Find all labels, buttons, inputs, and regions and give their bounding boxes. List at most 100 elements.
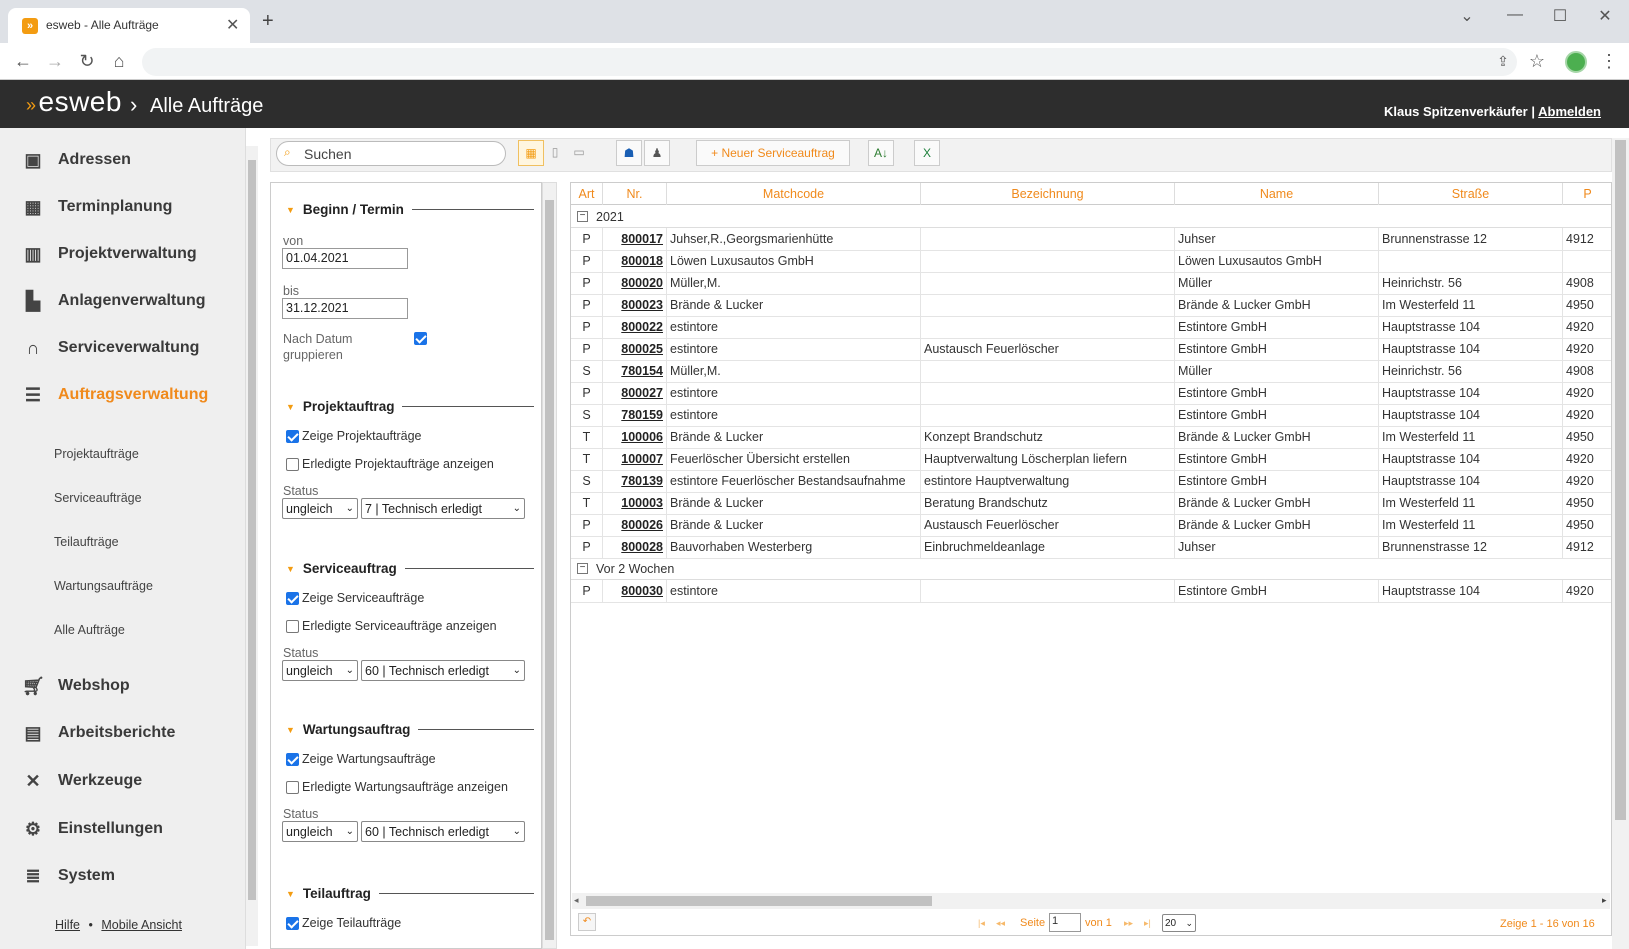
- sidebar-item-auftragsverwaltung[interactable]: ☰ Auftragsverwaltung: [22, 381, 208, 409]
- sidebar-scrollbar-thumb[interactable]: [248, 160, 256, 900]
- section-projektauftrag[interactable]: ▼ Projektauftrag: [286, 399, 534, 414]
- section-teilauftrag[interactable]: ▼ Teilauftrag: [286, 886, 534, 901]
- wartung-operator-select[interactable]: ungleich ⌄: [282, 821, 358, 842]
- forward-icon[interactable]: →: [44, 51, 66, 71]
- next-page-icon[interactable]: ▸▸: [1124, 918, 1133, 929]
- done-service-row[interactable]: Erledigte Serviceaufträge anzeigen: [286, 619, 497, 633]
- done-wartung-checkbox[interactable]: [286, 780, 299, 794]
- page-number-input[interactable]: 1: [1049, 913, 1081, 932]
- table-row[interactable]: T 100003 Brände & Lucker Beratung Brandschu…: [571, 492, 1611, 515]
- order-number-link[interactable]: 800025: [603, 338, 667, 360]
- column-header[interactable]: Nr.: [603, 183, 667, 205]
- column-header[interactable]: Straße: [1379, 183, 1563, 205]
- column-header[interactable]: Name: [1175, 183, 1379, 205]
- group-row[interactable]: −2021: [571, 206, 1611, 228]
- table-row[interactable]: P 800026 Brände & Lucker Austausch Feuerlös…: [571, 514, 1611, 537]
- show-service-row[interactable]: Zeige Serviceaufträge: [286, 591, 424, 605]
- done-wartung-row[interactable]: Erledigte Wartungsaufträge anzeigen: [286, 780, 508, 794]
- prev-page-icon[interactable]: ◂◂: [996, 918, 1005, 929]
- order-number-link[interactable]: 780139: [603, 470, 667, 492]
- group-row[interactable]: − Vor 2 Wochen: [571, 558, 1611, 580]
- service-status-select[interactable]: 60 | Technisch erledigt ⌄: [361, 660, 525, 681]
- home-icon[interactable]: ⌂: [108, 51, 130, 71]
- table-row[interactable]: S 780139 estintore Feuerlöscher Bestandsau…: [571, 470, 1611, 493]
- sidebar-item-terminplanung[interactable]: ▦ Terminplanung: [22, 193, 172, 221]
- sidebar-subitem-alle-auftraege[interactable]: Alle Aufträge: [54, 623, 125, 637]
- column-header[interactable]: P: [1563, 183, 1611, 205]
- sidebar-subitem-wartungsauftraege[interactable]: Wartungsaufträge: [54, 579, 153, 593]
- done-projekt-row[interactable]: Erledigte Projektaufträge anzeigen: [286, 457, 494, 471]
- service-operator-select[interactable]: ungleich ⌄: [282, 660, 358, 681]
- order-number-link[interactable]: 800022: [603, 316, 667, 338]
- table-row[interactable]: T 100007 Feuerlöscher Übersicht erstellen H…: [571, 448, 1611, 471]
- table-row[interactable]: S 780154 Müller,M. Müller Heinrichstr. 56 490…: [571, 360, 1611, 383]
- order-number-link[interactable]: 800020: [603, 272, 667, 294]
- show-teil-row[interactable]: Zeige Teilaufträge: [286, 916, 401, 930]
- show-wartung-checkbox[interactable]: [286, 752, 299, 766]
- esweb-logo[interactable]: »esweb: [26, 86, 122, 118]
- show-teil-checkbox[interactable]: [286, 916, 299, 930]
- section-serviceauftrag[interactable]: ▼ Serviceauftrag: [286, 561, 534, 576]
- section-wartungsauftrag[interactable]: ▼ Wartungsauftrag: [286, 722, 534, 737]
- column-header[interactable]: Matchcode: [667, 183, 921, 205]
- browser-tab[interactable]: » esweb - Alle Aufträge ✕: [8, 8, 250, 43]
- tab-search-icon[interactable]: ⌄: [1452, 6, 1482, 26]
- table-row[interactable]: P 800017 Juhser,R.,Georgsmarienhütte Juhser…: [571, 228, 1611, 251]
- help-link[interactable]: Hilfe: [55, 918, 80, 932]
- bis-date-input[interactable]: 31.12.2021: [282, 298, 408, 319]
- table-row[interactable]: P 800022 estintore Estintore GmbH Hauptstras…: [571, 316, 1611, 339]
- group-by-date-checkbox[interactable]: [414, 332, 427, 345]
- maximize-icon[interactable]: ☐: [1545, 6, 1575, 26]
- sidebar-item-projektverwaltung[interactable]: ▥ Projektverwaltung: [22, 240, 196, 268]
- sidebar-item-anlagenverwaltung[interactable]: ▙ Anlagenverwaltung: [22, 287, 206, 315]
- user-filter-button[interactable]: ♟: [644, 140, 670, 166]
- bookmark-star-icon[interactable]: ☆: [1526, 51, 1548, 71]
- last-page-icon[interactable]: ▸|: [1144, 918, 1151, 929]
- table-row[interactable]: P 800025 estintore Austausch Feuerlöscher Es…: [571, 338, 1611, 361]
- column-header[interactable]: Art: [571, 183, 603, 205]
- order-number-link[interactable]: 800018: [603, 250, 667, 272]
- table-row[interactable]: P 800023 Brände & Lucker Brände & Lucker Gm…: [571, 294, 1611, 317]
- menu-dots-icon[interactable]: ⋮: [1598, 51, 1620, 71]
- table-row[interactable]: P 800020 Müller,M. Müller Heinrichstr. 56 490…: [571, 272, 1611, 295]
- show-projekt-checkbox[interactable]: [286, 429, 299, 443]
- window-close-icon[interactable]: ✕: [1590, 6, 1620, 26]
- order-number-link[interactable]: 800028: [603, 536, 667, 558]
- order-number-link[interactable]: 800026: [603, 514, 667, 536]
- order-number-link[interactable]: 100006: [603, 426, 667, 448]
- back-button[interactable]: ↶: [578, 913, 596, 931]
- team-filter-button[interactable]: ☗: [616, 140, 642, 166]
- column-header[interactable]: Bezeichnung: [921, 183, 1175, 205]
- order-number-link[interactable]: 100007: [603, 448, 667, 470]
- group-collapse-icon[interactable]: −: [577, 211, 588, 222]
- sidebar-item-arbeitsberichte[interactable]: ▤ Arbeitsberichte: [22, 719, 175, 747]
- wartung-status-select[interactable]: 60 | Technisch erledigt ⌄: [361, 821, 525, 842]
- order-number-link[interactable]: 780159: [603, 404, 667, 426]
- order-number-link[interactable]: 800023: [603, 294, 667, 316]
- order-number-link[interactable]: 100003: [603, 492, 667, 514]
- table-row[interactable]: T 100006 Brände & Lucker Konzept Brandschut…: [571, 426, 1611, 449]
- sidebar-subitem-projektauftraege[interactable]: Projektaufträge: [54, 447, 139, 461]
- share-icon[interactable]: ⇪: [1492, 51, 1514, 71]
- sidebar-subitem-serviceauftraege[interactable]: Serviceaufträge: [54, 491, 142, 505]
- sort-az-button[interactable]: A↓: [868, 140, 894, 166]
- order-number-link[interactable]: 800027: [603, 382, 667, 404]
- grid-view-button[interactable]: ▦: [518, 140, 544, 166]
- table-row[interactable]: P 800027 estintore Estintore GmbH Hauptstras…: [571, 382, 1611, 405]
- first-page-icon[interactable]: |◂: [978, 918, 985, 929]
- back-icon[interactable]: ←: [12, 51, 34, 71]
- order-number-link[interactable]: 800017: [603, 228, 667, 250]
- profile-avatar[interactable]: [1565, 51, 1587, 73]
- done-projekt-checkbox[interactable]: [286, 457, 299, 471]
- von-date-input[interactable]: 01.04.2021: [282, 248, 408, 269]
- tab-close-icon[interactable]: ✕: [226, 15, 239, 35]
- sidebar-item-system[interactable]: ≣ System: [22, 862, 114, 890]
- address-bar[interactable]: [142, 48, 1517, 76]
- sidebar-item-einstellungen[interactable]: ⚙︎ Einstellungen: [22, 815, 163, 843]
- filter-scrollbar-thumb[interactable]: [545, 200, 554, 940]
- order-number-link[interactable]: 800030: [603, 580, 667, 602]
- table-row[interactable]: P 800028 Bauvorhaben Westerberg Einbruchmel…: [571, 536, 1611, 559]
- new-service-order-button[interactable]: + Neuer Serviceauftrag: [696, 140, 850, 166]
- show-projekt-row[interactable]: Zeige Projektaufträge: [286, 429, 422, 443]
- page-scrollbar-thumb[interactable]: [1615, 140, 1626, 820]
